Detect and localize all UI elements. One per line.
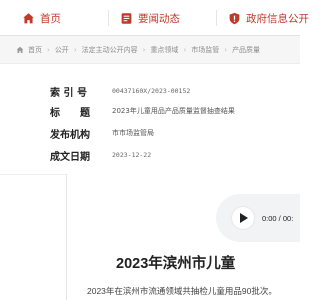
home-icon (23, 12, 34, 23)
nav-item-news[interactable]: 要闻动态 (120, 0, 180, 36)
breadcrumb: 首页 › 公开 › 法定主动公开内容 › 重点领域 › 市场监管 › 产品质量 (16, 36, 260, 64)
chevron-right-icon: › (142, 46, 146, 54)
breadcrumb-item-home[interactable]: 首页 (28, 45, 42, 55)
date-label: 成文日期 (50, 151, 90, 163)
document-metadata: 索 引 号 00437160X/2023-00152 标 题 2023年儿童用品… (50, 84, 300, 163)
nav-info-label: 政府信息公开 (246, 12, 309, 25)
nav-item-info-disclosure[interactable]: 政府信息公开 (228, 0, 309, 36)
breadcrumb-item-public[interactable]: 公开 (55, 45, 69, 55)
article-paragraph: 2023年在滨州市流通领域共抽检儿童用品90批次。 (87, 286, 277, 296)
meta-row-title: 标 题 2023年儿童用品产品质量监督抽查结果 (50, 104, 235, 119)
nav-news-label: 要闻动态 (138, 12, 180, 25)
document-icon (121, 12, 132, 24)
shield-icon (229, 12, 240, 24)
nav-home-label: 首页 (40, 12, 61, 25)
play-icon (240, 213, 248, 223)
breadcrumb-item-key-areas[interactable]: 重点领域 (150, 45, 178, 55)
index-label: 索 引 号 (50, 87, 87, 99)
meta-row-org: 发布机构 市市场监管局 (50, 126, 154, 141)
breadcrumb-item-statutory[interactable]: 法定主动公开内容 (82, 45, 138, 55)
nav-divider (216, 10, 217, 26)
nav-item-home[interactable]: 首页 (22, 0, 61, 36)
breadcrumb-bar: 首页 › 公开 › 法定主动公开内容 › 重点领域 › 市场监管 › 产品质量 (0, 36, 300, 64)
chevron-right-icon: › (183, 46, 187, 54)
top-navigation: 首页 要闻动态 政府信息公开 (0, 0, 309, 36)
index-value: 00437160X/2023-00152 (112, 87, 191, 95)
title-label: 标 题 (50, 107, 90, 119)
title-value: 2023年儿童用品产品质量监督抽查结果 (112, 107, 235, 115)
audio-time: 0:00 / 00: (262, 214, 294, 223)
org-value: 市市场监管局 (112, 129, 154, 137)
org-label: 发布机构 (50, 129, 90, 141)
meta-row-date: 成文日期 2023-12-22 (50, 148, 152, 163)
breadcrumb-item-product-quality[interactable]: 产品质量 (232, 45, 260, 55)
nav-divider (108, 10, 109, 26)
chevron-right-icon: › (224, 46, 228, 54)
chevron-right-icon: › (73, 46, 77, 54)
date-value: 2023-12-22 (112, 151, 152, 159)
meta-row-index: 索 引 号 00437160X/2023-00152 (50, 84, 191, 99)
home-icon (16, 46, 24, 53)
article-title: 2023年滨州市儿童 (116, 256, 236, 272)
breadcrumb-item-market-supervision[interactable]: 市场监管 (191, 45, 219, 55)
chevron-right-icon: › (47, 46, 50, 54)
